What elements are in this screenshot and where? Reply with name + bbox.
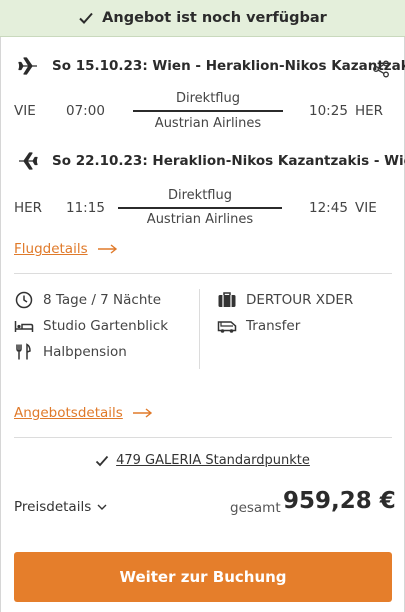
duration-text: 8 Tage / 7 Nächte [43, 292, 161, 308]
price-details-label: Preisdetails [14, 499, 92, 515]
feature-board: Halbpension [14, 343, 127, 361]
inbound-route-line [118, 207, 282, 209]
inbound-dep-time: 11:15 [66, 200, 105, 216]
feature-divider [199, 289, 200, 369]
outbound-airline: Austrian Airlines [154, 116, 262, 131]
total-label: gesamt [230, 500, 281, 516]
bus-icon [217, 321, 237, 333]
flight-details-link[interactable]: Flugdetails [14, 241, 118, 257]
outbound-from-code: VIE [14, 103, 36, 119]
outbound-title: So 15.10.23: Wien - Heraklion-Nikos Kaza… [52, 58, 405, 74]
loyalty-points-text: 479 GALERIA Standardpunkte [116, 453, 310, 468]
inbound-flight-type: Direktflug [168, 188, 232, 203]
plane-departure-icon [18, 57, 37, 75]
feature-transfer: Transfer [217, 317, 300, 335]
price-details-toggle[interactable]: Preisdetails [14, 499, 107, 515]
outbound-arr-time: 10:25 [309, 103, 348, 119]
total-price: 959,28 € [283, 488, 396, 514]
board-text: Halbpension [43, 344, 127, 360]
plane-return-icon [19, 152, 38, 170]
inbound-title: So 22.10.23: Heraklion-Nikos Kazantzakis… [52, 153, 405, 169]
flight-details-label: Flugdetails [14, 241, 88, 257]
room-text: Studio Gartenblick [43, 318, 169, 334]
operator-text: DERTOUR XDER [246, 292, 354, 308]
share-icon[interactable] [372, 60, 390, 78]
arrow-right-icon [97, 244, 117, 254]
arrow-right-icon [132, 408, 152, 418]
availability-banner: Angebot ist noch verfügbar [0, 0, 405, 37]
bed-icon [14, 321, 34, 332]
checkmark-icon [79, 12, 93, 24]
transfer-text: Transfer [246, 318, 301, 334]
chevron-down-icon [97, 504, 107, 510]
offer-details-label: Angebotsdetails [14, 405, 123, 421]
inbound-arr-time: 12:45 [309, 200, 348, 216]
cutlery-icon [16, 343, 31, 360]
feature-room: Studio Gartenblick [14, 317, 168, 335]
inbound-from-code: HER [14, 200, 43, 216]
section-divider [14, 437, 392, 438]
feature-duration: 8 Tage / 7 Nächte [14, 291, 161, 309]
continue-booking-button[interactable]: Weiter zur Buchung [14, 552, 392, 602]
outbound-flight-type: Direktflug [176, 91, 240, 106]
checkmark-icon [95, 455, 109, 466]
clock-icon [15, 291, 33, 309]
suitcase-icon [218, 292, 236, 307]
offer-details-link[interactable]: Angebotsdetails [14, 405, 153, 421]
outbound-route-line [133, 110, 283, 112]
outbound-to-code: HER [355, 103, 384, 119]
feature-operator: DERTOUR XDER [217, 291, 353, 309]
outbound-dep-time: 07:00 [66, 103, 105, 119]
inbound-to-code: VIE [355, 200, 377, 216]
availability-text: Angebot ist noch verfügbar [102, 10, 327, 26]
section-divider [14, 273, 392, 274]
inbound-airline: Austrian Airlines [146, 212, 254, 227]
loyalty-points[interactable]: 479 GALERIA Standardpunkte [0, 453, 405, 468]
